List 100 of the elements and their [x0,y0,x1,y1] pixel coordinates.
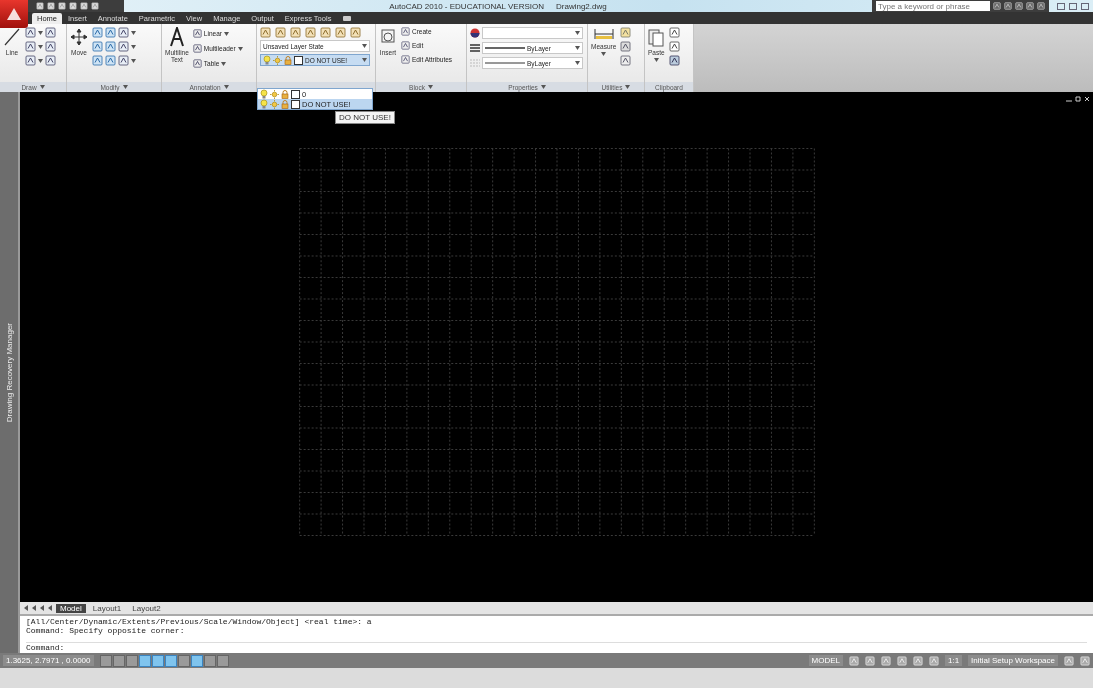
caret-icon [237,46,243,51]
quick-access-icon[interactable] [47,2,55,10]
modify-tool-icon[interactable] [118,41,129,52]
status-icon[interactable] [880,655,891,666]
color-wheel-icon[interactable] [470,28,480,38]
draw-tool-icon[interactable] [25,55,36,66]
color-swatch-icon[interactable] [294,55,303,65]
layout-tab[interactable]: Layout2 [128,603,165,613]
caret-icon [653,58,659,62]
caret-icon [131,58,136,63]
command-prompt: Command: [26,643,65,652]
toolbar-icon[interactable] [993,2,1001,10]
toolbar-icon[interactable] [1015,2,1023,10]
drafting-toggle[interactable] [190,654,203,667]
modify-tool-icon[interactable] [118,55,129,66]
color-swatch-icon[interactable] [291,99,300,109]
status-icon[interactable] [864,655,875,666]
status-icon[interactable] [928,655,939,666]
utility-icon[interactable] [620,27,632,38]
status-icon[interactable] [896,655,907,666]
status-icon[interactable] [848,655,859,666]
draw-tool-icon[interactable] [45,41,56,52]
color-swatch-icon[interactable] [291,89,300,99]
tooltip: DO NOT USE! [335,111,395,124]
draw-tool-icon[interactable] [45,27,56,38]
maximize-icon[interactable] [1069,2,1077,10]
bulb-icon[interactable] [260,89,268,99]
layer-tool-icon[interactable] [305,27,316,38]
drafting-toggle[interactable] [177,654,190,667]
quick-access-icon[interactable] [69,2,77,10]
layer-tool-icon[interactable] [335,27,346,38]
quick-access-icon[interactable] [91,2,99,10]
toolbar-icon[interactable] [1026,2,1034,10]
caret-icon [221,61,227,66]
block-tool-icon[interactable] [401,41,410,50]
modify-tool-icon[interactable] [118,27,129,38]
drafting-toggle[interactable] [203,654,216,667]
caret-icon [427,85,433,89]
annotation-tool-icon[interactable] [192,44,202,53]
quick-access-icon[interactable] [58,2,66,10]
bulb-icon[interactable] [260,99,268,109]
utility-icon[interactable] [620,55,632,66]
layer-tool-icon[interactable] [350,27,361,38]
toolbar-icon[interactable] [1004,2,1012,10]
move-icon[interactable] [70,27,88,47]
layer-tool-icon[interactable] [260,27,271,38]
layer-tool-icon[interactable] [320,27,331,38]
modify-tool-icon[interactable] [92,27,103,38]
palette-title: Drawing Recovery Manager [4,322,14,423]
window-title: AutoCAD 2010 - EDUCATIONAL VERSION [389,1,544,11]
layer-tool-icon[interactable] [275,27,286,38]
drafting-toggle[interactable] [99,654,112,667]
modify-tool-icon[interactable] [92,55,103,66]
toolbar-icon[interactable] [1037,2,1045,10]
drafting-toggle[interactable] [164,654,177,667]
quick-access-icon[interactable] [36,2,44,10]
draw-tool-icon[interactable] [45,55,56,66]
status-icon[interactable] [1080,655,1090,666]
modify-tool-icon[interactable] [92,41,103,52]
quick-access-icon[interactable] [80,2,88,10]
drafting-toggle[interactable] [112,654,125,667]
modify-tool-icon[interactable] [105,27,116,38]
paste-icon[interactable] [648,27,665,47]
draw-tool-icon[interactable] [25,27,36,38]
caret-icon [575,31,580,35]
drafting-toggle[interactable] [216,654,229,667]
measure-icon[interactable] [593,27,614,41]
caret-icon [131,30,136,35]
utility-icon[interactable] [620,41,632,52]
block-tool-icon[interactable] [401,55,410,64]
status-icon[interactable] [1064,655,1074,666]
search-field[interactable]: Type a keyword or phrase [876,1,990,11]
text-icon[interactable] [168,27,185,47]
layout-tab[interactable]: Model [56,603,86,613]
block-tool-icon[interactable] [401,27,410,36]
layer-tool-icon[interactable] [290,27,301,38]
sun-icon[interactable] [270,89,279,99]
draw-tool-icon[interactable] [25,41,36,52]
restore-icon[interactable] [1075,96,1081,102]
drafting-toggle[interactable] [138,654,151,667]
modify-tool-icon[interactable] [105,55,116,66]
caret-icon [625,85,631,89]
minimize-icon[interactable] [1057,2,1065,10]
line-icon[interactable] [3,27,21,47]
modify-tool-icon[interactable] [105,41,116,52]
drafting-toggle[interactable] [151,654,164,667]
lineweight-icon[interactable] [470,43,480,53]
status-icon[interactable] [912,655,923,666]
drafting-toggle[interactable] [125,654,138,667]
panel-toggle-icon[interactable] [343,16,352,21]
command-history-line: [All/Center/Dynamic/Extents/Previous/Scale/Window/Object] <real time>: a [26,617,373,626]
color-dropdown[interactable] [482,27,583,39]
bulb-icon[interactable] [263,55,271,65]
annotation-tool-icon[interactable] [192,59,202,68]
caret-icon [601,52,607,56]
annotation-tool-icon[interactable] [192,29,202,38]
file-name: Drawing2.dwg [556,1,607,11]
layout-tab[interactable]: Layout1 [88,603,126,613]
caret-icon [39,85,45,89]
application-menu-button[interactable] [0,0,28,28]
